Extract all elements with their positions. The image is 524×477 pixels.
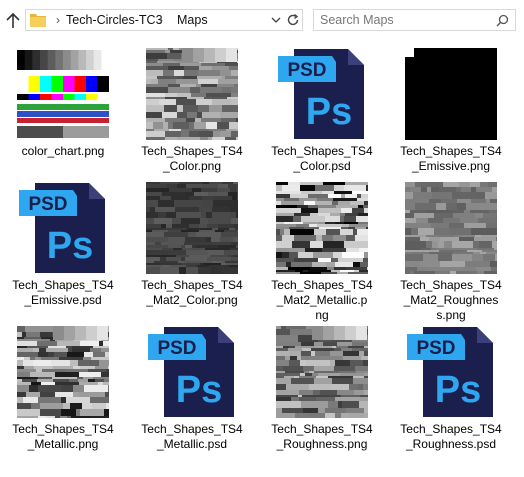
file-name-label: Tech_Shapes_TS4 _Mat2_Roughnes s.png [388,278,514,323]
photoshop-file-icon: PSD Ps [19,183,105,273]
psd-badge-text: PSD [28,194,67,215]
file-name-line: Tech_Shapes_TS4 [400,422,502,436]
file-name-label: Tech_Shapes_TS4 _Mat2_Metallic.p ng [259,278,385,323]
file-name-line: _Mat2_Metallic.p [276,293,368,307]
file-name-line: _Metallic.png [27,437,99,451]
file-thumbnail [405,48,497,140]
file-name-line: _Emissive.psd [24,293,102,307]
arrow-up-icon[interactable] [4,11,22,31]
file-name-line: Tech_Shapes_TS4 [141,422,243,436]
file-thumbnail [17,326,109,418]
file-thumbnail: PSD Ps [405,326,497,418]
photoshop-logo-text: Ps [435,369,481,411]
photoshop-file-icon: PSD Ps [278,49,364,139]
file-item[interactable]: Tech_Shapes_TS4 _Mat2_Roughnes s.png [388,182,514,322]
photoshop-file-icon: PSD Ps [407,327,493,417]
thumbnail-image [276,182,368,274]
file-thumbnail: PSD Ps [276,48,368,140]
refresh-icon[interactable] [285,12,301,28]
file-name-line: ng [315,308,329,322]
photoshop-logo-text: Ps [47,225,93,267]
file-thumbnail [17,48,109,140]
file-item[interactable]: Tech_Shapes_TS4 _Metallic.png [0,326,126,458]
file-item[interactable]: PSD Ps Tech_Shapes_TS4 _Color.psd [259,48,385,180]
file-name-label: Tech_Shapes_TS4 _Emissive.png [388,144,514,174]
thumbnail-image [276,326,368,418]
file-name-line: _Color.psd [293,159,351,173]
chevron-down-icon[interactable] [269,13,283,27]
file-name-label: Tech_Shapes_TS4 _Emissive.psd [0,278,126,308]
file-name-label: Tech_Shapes_TS4 _Mat2_Color.png [129,278,255,308]
file-thumbnail: PSD Ps [17,182,109,274]
thumbnail-image [405,48,497,140]
file-item[interactable]: Tech_Shapes_TS4 _Roughness.png [259,326,385,458]
thumbnail-image [405,182,497,274]
file-name-line: Tech_Shapes_TS4 [141,278,243,292]
breadcrumb-item-maps[interactable]: Maps [177,13,208,27]
photoshop-file-icon: PSD Ps [148,327,234,417]
file-name-line: Tech_Shapes_TS4 [141,144,243,158]
file-name-label: Tech_Shapes_TS4 _Color.png [129,144,255,174]
file-item[interactable]: Tech_Shapes_TS4 _Mat2_Metallic.p ng [259,182,385,322]
file-name-line: _Mat2_Color.png [146,293,238,307]
file-thumbnail [276,182,368,274]
file-item[interactable]: Tech_Shapes_TS4 _Mat2_Color.png [129,182,255,314]
file-thumbnail [276,326,368,418]
file-name-line: Tech_Shapes_TS4 [12,278,114,292]
psd-badge-text: PSD [287,60,326,81]
file-name-label: color_chart.png [0,144,126,159]
file-item[interactable]: PSD Ps Tech_Shapes_TS4 _Roughness.psd [388,326,514,458]
file-name-line: Tech_Shapes_TS4 [271,144,373,158]
file-name-line: Tech_Shapes_TS4 [400,278,502,292]
breadcrumb-item-tech-circles[interactable]: Tech-Circles-TC3 [66,13,163,27]
breadcrumb-separator-icon: › [159,13,163,27]
psd-badge-text: PSD [416,338,455,359]
thumbnail-image [146,182,238,274]
file-name-label: Tech_Shapes_TS4 _Metallic.png [0,422,126,452]
file-thumbnail [405,182,497,274]
psd-badge-text: PSD [157,338,196,359]
photoshop-logo-text: Ps [306,91,352,133]
search-box[interactable] [313,9,516,31]
file-name-line: _Roughness.psd [405,437,497,451]
search-input[interactable] [320,12,490,28]
thumbnail-image [146,48,238,140]
file-thumbnail [146,182,238,274]
address-bar[interactable]: › Tech-Circles-TC3 › Maps [25,9,303,31]
photoshop-logo-text: Ps [176,369,222,411]
breadcrumb-separator-icon: › [56,13,60,27]
file-name-label: Tech_Shapes_TS4 _Roughness.png [259,422,385,452]
file-item[interactable]: Tech_Shapes_TS4 _Color.png [129,48,255,180]
folder-icon [30,14,46,27]
search-icon[interactable] [496,14,509,27]
file-item[interactable]: PSD Ps Tech_Shapes_TS4 _Emissive.psd [0,182,126,314]
file-name-line: _Roughness.png [276,437,368,451]
file-name-line: _Metallic.psd [156,437,228,451]
file-name-line: Tech_Shapes_TS4 [12,422,114,436]
navigation-bar: › Tech-Circles-TC3 › Maps [0,0,524,42]
thumbnail-image [17,326,109,418]
file-name-line: _Mat2_Roughnes [403,293,499,307]
file-name-label: Tech_Shapes_TS4 _Roughness.psd [388,422,514,452]
file-name-line: Tech_Shapes_TS4 [271,422,373,436]
file-name-line: s.png [436,308,466,322]
file-item[interactable]: PSD Ps Tech_Shapes_TS4 _Metallic.psd [129,326,255,458]
file-name-line: _Color.png [162,159,222,173]
file-thumbnail [146,48,238,140]
file-name-line: Tech_Shapes_TS4 [400,144,502,158]
file-name-line: _Emissive.png [411,159,491,173]
file-item[interactable]: color_chart.png [0,48,126,180]
file-name-line: color_chart.png [21,144,105,158]
file-name-label: Tech_Shapes_TS4 _Color.psd [259,144,385,174]
file-name-line: Tech_Shapes_TS4 [271,278,373,292]
file-name-label: Tech_Shapes_TS4 _Metallic.psd [129,422,255,452]
color-chart-thumbnail [17,48,109,140]
file-thumbnail: PSD Ps [146,326,238,418]
file-item[interactable]: Tech_Shapes_TS4 _Emissive.png [388,48,514,180]
